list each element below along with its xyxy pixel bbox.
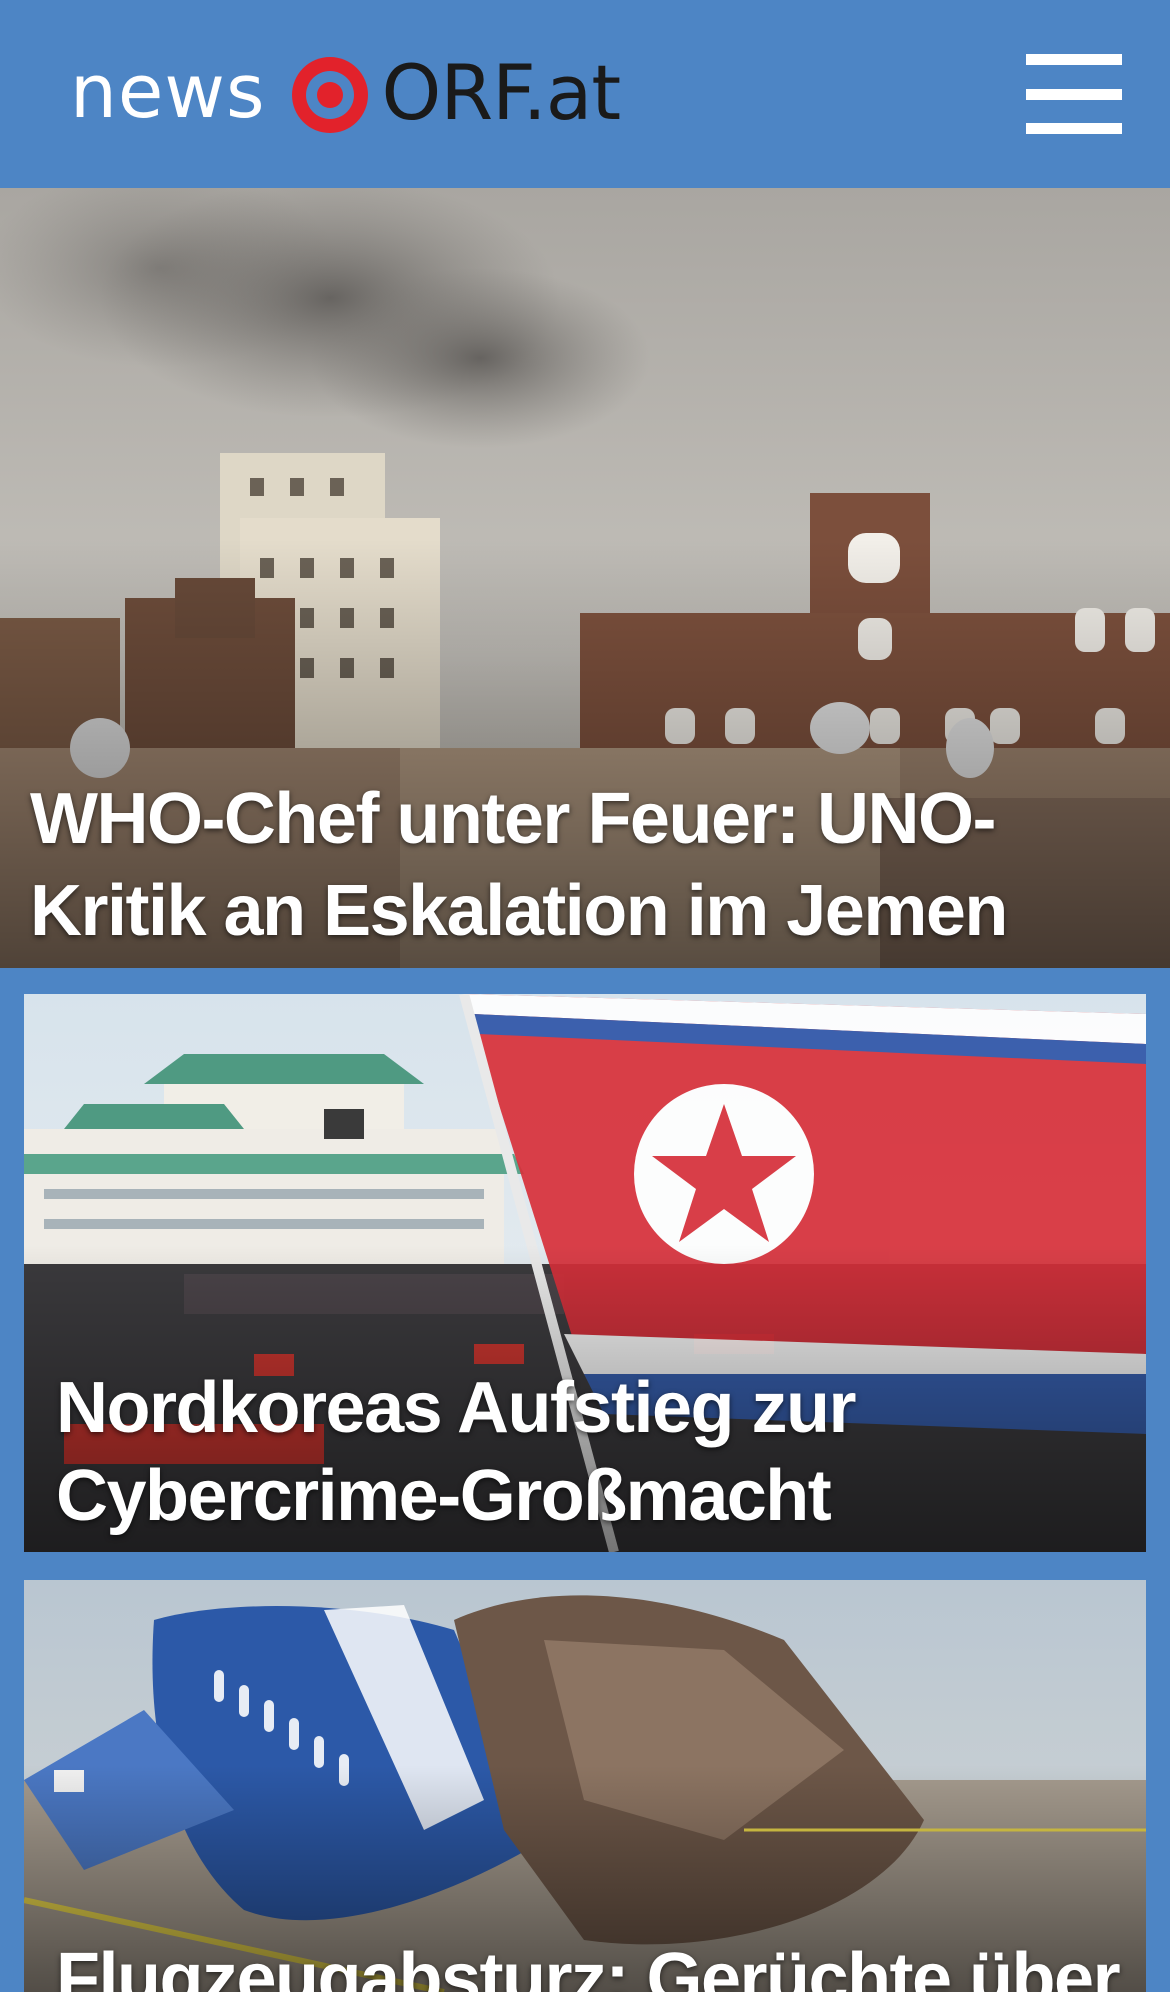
story-card-yemen[interactable]: WHO-Chef unter Feuer: UNO-Kritik an Eska… (0, 188, 1170, 968)
story-title[interactable]: WHO-Chef unter Feuer: UNO-Kritik an Eska… (30, 773, 1140, 957)
story-card-north-korea[interactable]: Nordkoreas Aufstieg zur Cybercrime-Großm… (24, 994, 1146, 1552)
story-title[interactable]: Flugzeugabsturz: Gerüchte über (56, 1935, 1146, 1992)
news-orf-logo[interactable]: news ORF.at (70, 45, 622, 145)
logo-news-text: news (70, 49, 266, 135)
orf-eye-icon (291, 57, 368, 133)
story-title[interactable]: Nordkoreas Aufstieg zur Cybercrime-Großm… (56, 1364, 956, 1540)
app-header: news ORF.at (0, 0, 1170, 188)
hamburger-menu-icon[interactable] (1018, 50, 1122, 136)
logo-orf-text: ORF.at (381, 48, 622, 137)
story-card-plane-crash[interactable]: Flugzeugabsturz: Gerüchte über (24, 1580, 1146, 1992)
